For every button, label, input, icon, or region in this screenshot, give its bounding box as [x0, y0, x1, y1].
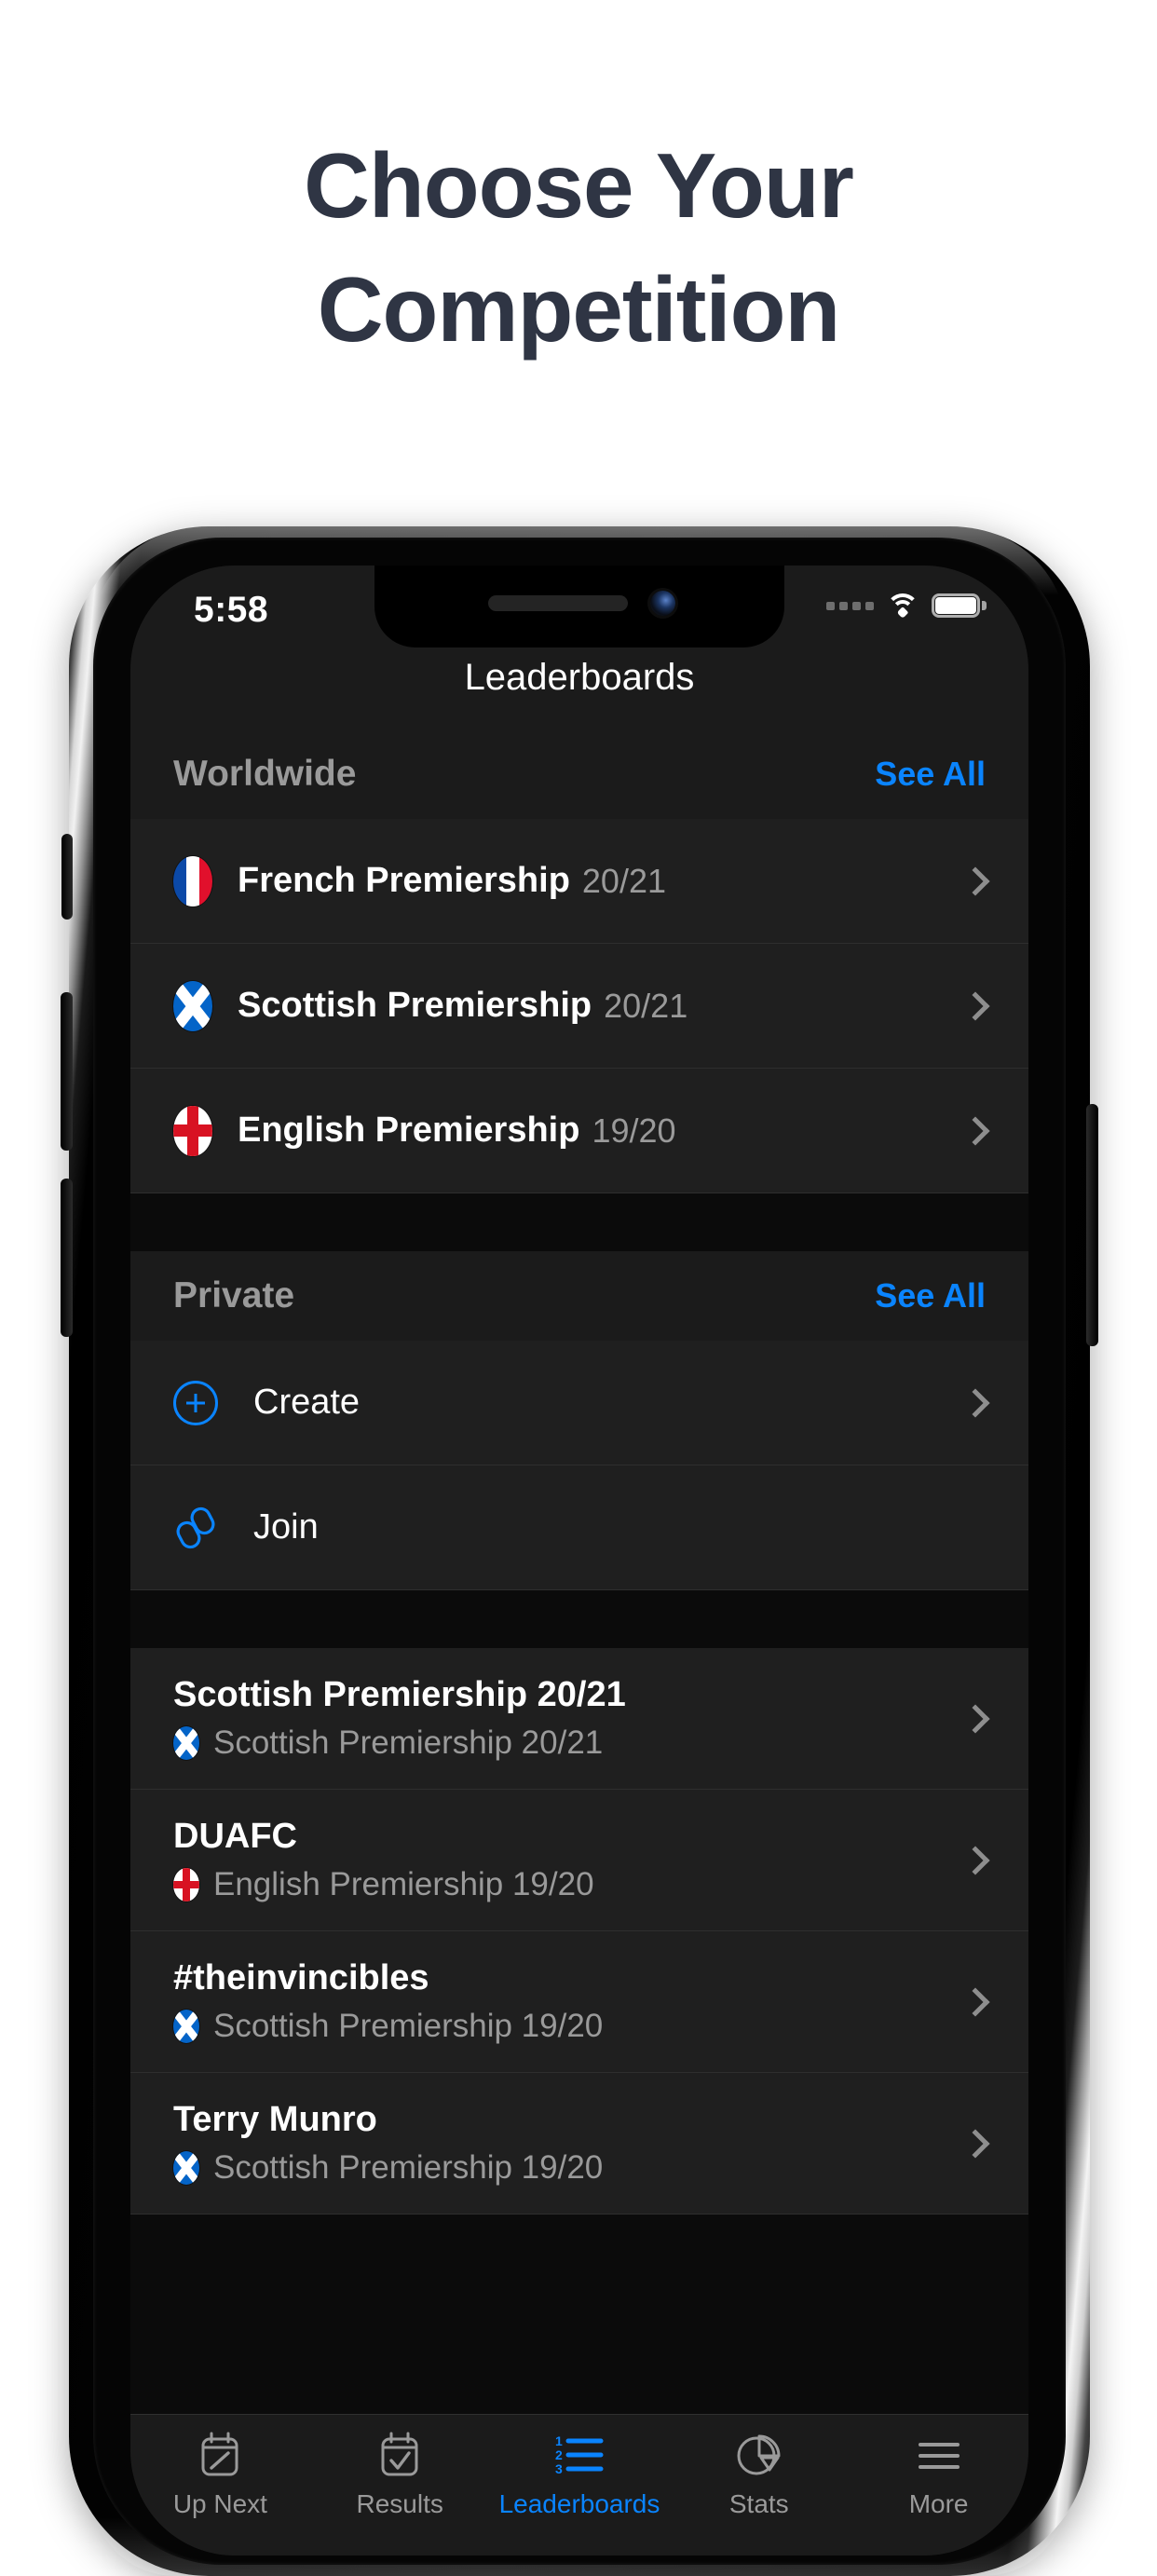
create-label: Create	[253, 1383, 361, 1422]
svg-text:1: 1	[555, 2433, 563, 2448]
status-bar-indicators	[826, 593, 987, 619]
tab-label: Stats	[728, 2489, 789, 2518]
competition-name: English Premiership	[238, 1111, 580, 1150]
chevron-right-icon	[960, 1115, 990, 1146]
private-league-subtitle: English Premiership 19/20	[173, 1866, 594, 1903]
phone-body: 5:58 Leaderboards Worldwide See All Fren…	[93, 538, 1066, 2565]
tab-results[interactable]: Results	[310, 2415, 490, 2519]
private-league-subtitle: Scottish Premiership 20/21	[173, 1724, 626, 1762]
chevron-right-icon	[960, 1387, 990, 1418]
status-bar-time: 5:58	[194, 590, 269, 630]
tab-bar: Up Next Results 1 2 3 Leaderboards Stats…	[130, 2414, 1028, 2556]
phone-mockup: 5:58 Leaderboards Worldwide See All Fren…	[61, 526, 1098, 2576]
scotland-flag-icon	[173, 1726, 199, 1760]
scotland-flag-icon	[173, 2151, 199, 2185]
see-all-worldwide-button[interactable]: See All	[875, 755, 986, 794]
table-row-scottish-premiership[interactable]: Scottish Premiership 20/21	[130, 944, 1028, 1069]
leaderboards-list[interactable]: Worldwide See All French Premiership 20/…	[130, 729, 1028, 2414]
earpiece-speaker-icon	[488, 595, 628, 611]
link-chain-icon	[173, 1506, 218, 1550]
private-league-title: #theinvincibles	[173, 1958, 429, 1997]
wifi-icon	[886, 593, 919, 619]
competition-name: French Premiership	[238, 861, 570, 900]
competition-season: 20/21	[581, 861, 666, 900]
tab-more[interactable]: More	[849, 2415, 1028, 2519]
tab-leaderboards[interactable]: 1 2 3 Leaderboards	[490, 2415, 670, 2519]
tab-stats[interactable]: Stats	[669, 2415, 849, 2519]
private-league-subtitle: Scottish Premiership 19/20	[173, 2008, 603, 2045]
silent-switch-button[interactable]	[61, 834, 73, 920]
volume-down-button[interactable]	[61, 1179, 73, 1337]
phone-notch	[374, 566, 784, 647]
tab-up-next[interactable]: Up Next	[130, 2415, 310, 2519]
page-title-line-1: Choose Your	[304, 134, 854, 237]
see-all-private-button[interactable]: See All	[875, 1276, 986, 1315]
phone-screen: 5:58 Leaderboards Worldwide See All Fren…	[130, 566, 1028, 2556]
private-league-title: DUAFC	[173, 1817, 297, 1856]
section-title-private: Private	[173, 1275, 295, 1315]
create-league-row[interactable]: Create	[130, 1341, 1028, 1465]
chevron-right-icon	[960, 1703, 990, 1734]
app-screen: 5:58 Leaderboards Worldwide See All Fren…	[130, 566, 1028, 2556]
chevron-right-icon	[960, 1986, 990, 2017]
svg-text:3: 3	[555, 2461, 563, 2476]
england-flag-icon	[173, 1868, 199, 1901]
section-spacer	[130, 1193, 1028, 1251]
table-row-private-league[interactable]: Scottish Premiership 20/21 Scottish Prem…	[130, 1648, 1028, 1790]
table-row-french-premiership[interactable]: French Premiership 20/21	[130, 819, 1028, 944]
england-flag-icon	[173, 1105, 212, 1156]
svg-text:2: 2	[555, 2447, 563, 2462]
competition-season: 19/20	[592, 1111, 676, 1150]
numbered-list-icon: 1 2 3	[554, 2430, 605, 2480]
signal-dots-icon	[826, 601, 874, 610]
tab-label: Results	[356, 2489, 443, 2518]
table-row-private-league[interactable]: Terry Munro Scottish Premiership 19/20	[130, 2073, 1028, 2215]
volume-up-button[interactable]	[61, 992, 73, 1151]
chevron-right-icon	[960, 1845, 990, 1875]
table-row-english-premiership[interactable]: English Premiership 19/20	[130, 1069, 1028, 1193]
france-flag-icon	[173, 855, 212, 906]
pie-chart-icon	[736, 2430, 783, 2480]
navbar-title: Leaderboards	[464, 657, 695, 698]
table-row-private-league[interactable]: #theinvincibles Scottish Premiership 19/…	[130, 1931, 1028, 2073]
hamburger-menu-icon	[916, 2430, 962, 2480]
tab-label: More	[908, 2489, 969, 2518]
competition-name: Scottish Premiership	[238, 986, 592, 1025]
private-league-title: Terry Munro	[173, 2100, 377, 2139]
pencil-square-icon	[198, 2430, 241, 2480]
chevron-right-icon	[960, 990, 990, 1021]
power-button[interactable]	[1086, 1104, 1098, 1346]
section-title-worldwide: Worldwide	[173, 754, 357, 794]
join-label: Join	[253, 1507, 319, 1547]
page-title: Choose Your Competition	[0, 140, 1157, 355]
tab-label: Leaderboards	[498, 2489, 660, 2518]
plus-circle-icon	[173, 1380, 218, 1425]
private-league-title: Scottish Premiership 20/21	[173, 1675, 626, 1714]
join-league-row[interactable]: Join	[130, 1465, 1028, 1590]
chevron-right-icon	[960, 865, 990, 896]
battery-full-icon	[932, 593, 987, 618]
navigation-bar: Leaderboards	[130, 649, 1028, 729]
page-title-line-2: Competition	[317, 258, 841, 361]
scotland-flag-icon	[173, 980, 212, 1031]
section-spacer	[130, 1590, 1028, 1648]
section-header-worldwide: Worldwide See All	[130, 729, 1028, 819]
private-league-subtitle: Scottish Premiership 19/20	[173, 2149, 603, 2187]
scotland-flag-icon	[173, 2010, 199, 2043]
check-square-icon	[378, 2430, 421, 2480]
table-row-private-league[interactable]: DUAFC English Premiership 19/20	[130, 1790, 1028, 1931]
chevron-right-icon	[960, 2128, 990, 2159]
section-header-private: Private See All	[130, 1251, 1028, 1341]
tab-label: Up Next	[172, 2489, 267, 2518]
competition-season: 20/21	[604, 986, 688, 1025]
front-camera-icon	[650, 591, 675, 616]
